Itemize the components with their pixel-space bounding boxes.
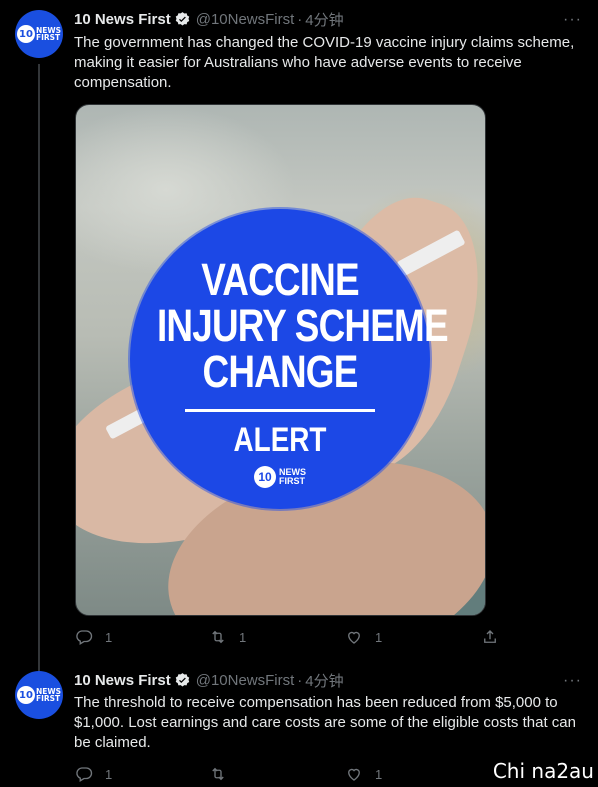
retweet-icon: [212, 767, 224, 781]
more-options-icon[interactable]: ···: [563, 12, 582, 28]
avatar-logo-number: 10: [16, 25, 35, 43]
timestamp[interactable]: 4分钟: [305, 9, 343, 30]
avatar-logo-number: 10: [16, 686, 35, 704]
tweet-text: The government has changed the COVID-19 …: [74, 34, 575, 91]
more-options-icon[interactable]: ···: [563, 673, 582, 689]
separator-dot: ·: [297, 671, 303, 689]
tweet-header: 10 News First @10NewsFirst · 4分钟: [74, 8, 578, 30]
headline-line-1: VACCINE: [201, 254, 359, 305]
avatar[interactable]: 10 NEWS FIRST: [15, 10, 63, 58]
reply-button[interactable]: 1: [75, 765, 112, 783]
thread-line: [38, 64, 40, 674]
avatar-logo-text-bottom: FIRST: [35, 694, 61, 703]
headline-divider: [185, 409, 375, 412]
like-count: 1: [375, 766, 383, 782]
reply-button[interactable]: 1: [75, 628, 112, 646]
like-button[interactable]: 1: [345, 628, 382, 646]
author-name[interactable]: 10 News First: [74, 11, 171, 28]
headline-line-3: CHANGE: [202, 346, 358, 397]
share-button[interactable]: [481, 628, 499, 646]
headline-line-2: INJURY SCHEME: [157, 300, 449, 351]
heart-icon: [348, 631, 360, 644]
reply-count: 1: [105, 766, 113, 782]
avatar-logo-text-bottom: FIRST: [35, 33, 61, 42]
tweet-text: The threshold to receive compensation ha…: [74, 694, 576, 751]
like-button[interactable]: 1: [345, 765, 382, 783]
reply-count: 1: [105, 629, 113, 645]
news-logo: 10 NEWS FIRST: [130, 466, 430, 488]
tweet-actions: 1 1: [75, 764, 505, 784]
headline-badge: VACCINE INJURY SCHEME CHANGE ALERT 10 NE…: [130, 209, 449, 509]
tweet-actions: 1 1 1: [75, 627, 505, 647]
author-name[interactable]: 10 News First: [74, 672, 171, 689]
retweet-count: 1: [239, 629, 247, 645]
timestamp[interactable]: 4分钟: [305, 670, 343, 691]
verified-badge-icon: [174, 672, 191, 689]
tweet[interactable]: 10 NEWS FIRST 10 News First @10NewsFirst…: [0, 0, 598, 674]
alert-label: ALERT: [233, 421, 327, 459]
like-count: 1: [375, 629, 383, 645]
watermark: Chi na2au: [492, 759, 594, 783]
tweet-header: 10 News First @10NewsFirst · 4分钟: [74, 669, 578, 691]
separator-dot: ·: [297, 10, 303, 28]
share-icon: [484, 630, 496, 643]
retweet-button[interactable]: [209, 765, 239, 783]
news-logo-text-bottom: FIRST: [279, 476, 305, 486]
news-logo-number: 10: [254, 466, 276, 488]
heart-icon: [348, 768, 360, 781]
reply-icon: [76, 767, 93, 782]
avatar[interactable]: 10 NEWS FIRST: [15, 671, 63, 719]
verified-badge-icon: [174, 11, 191, 28]
author-handle[interactable]: @10NewsFirst: [196, 672, 295, 689]
author-handle[interactable]: @10NewsFirst: [196, 11, 295, 28]
reply-icon: [76, 630, 93, 645]
tweet-media-image[interactable]: VACCINE INJURY SCHEME CHANGE ALERT 10 NE…: [75, 104, 486, 616]
retweet-icon: [212, 630, 224, 644]
retweet-button[interactable]: 1: [209, 628, 246, 646]
